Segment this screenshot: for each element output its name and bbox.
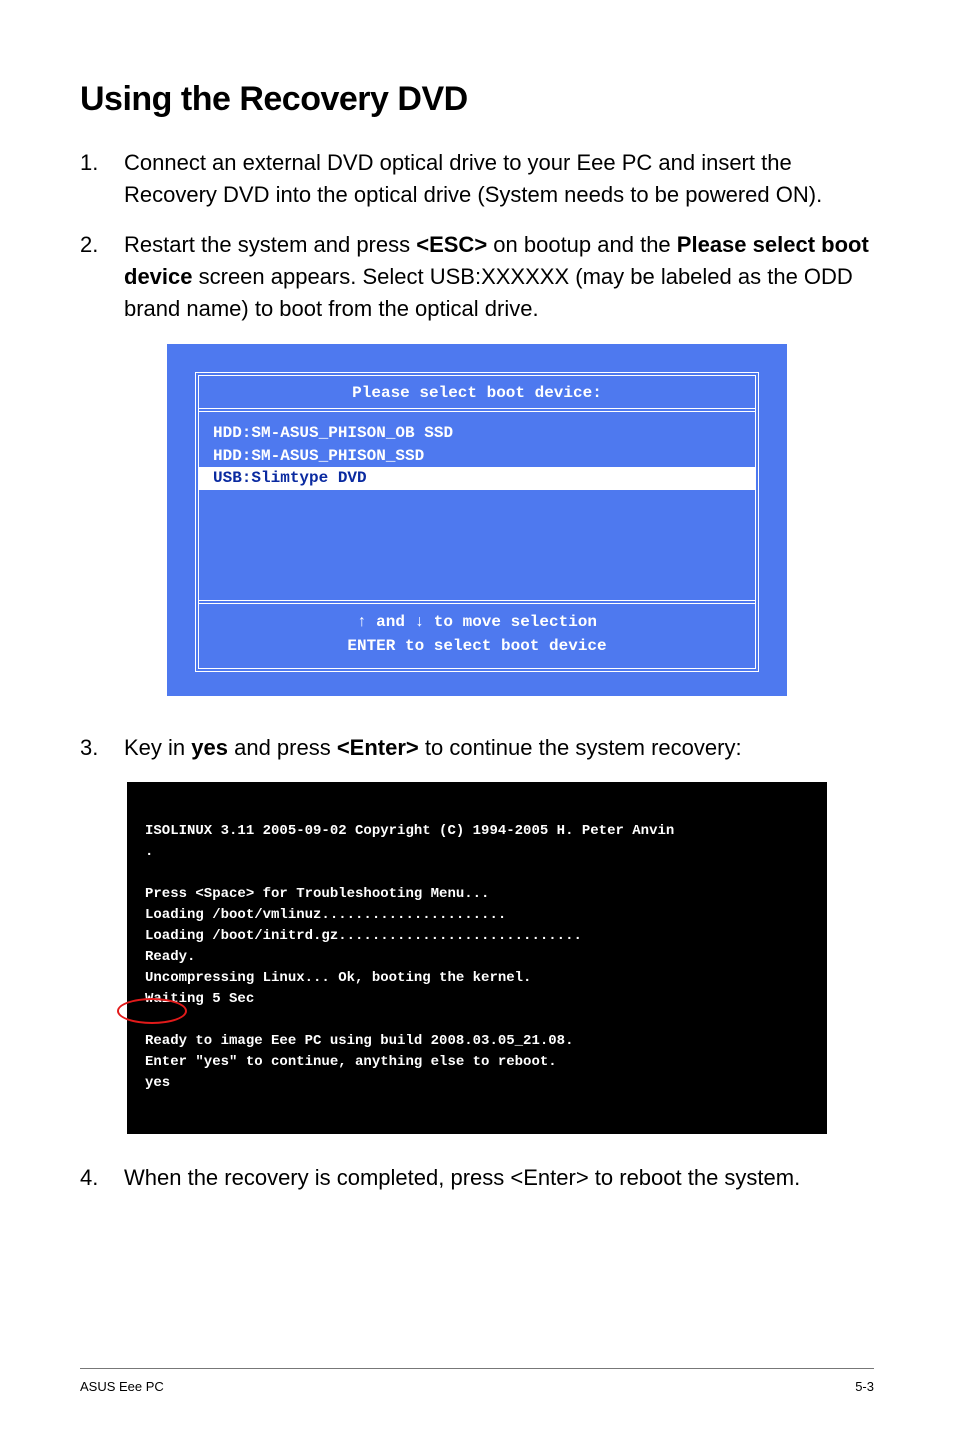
steps-list: 1. Connect an external DVD optical drive… (80, 147, 874, 324)
step-4: 4. When the recovery is completed, press… (80, 1162, 874, 1194)
page-title: Using the Recovery DVD (80, 80, 874, 119)
text-frag: Key in (124, 735, 191, 760)
step-number: 2. (80, 229, 124, 325)
boot-device-list: HDD:SM-ASUS_PHISON_OB SSD HDD:SM-ASUS_PH… (199, 412, 755, 599)
key-label: <ESC> (416, 232, 487, 257)
boot-footer-line: ENTER to select boot device (199, 634, 755, 658)
terminal-wrap: ISOLINUX 3.11 2005-09-02 Copyright (C) 1… (127, 782, 827, 1134)
yes-label: yes (191, 735, 228, 760)
step-number: 3. (80, 732, 124, 764)
terminal-line: Uncompressing Linux... Ok, booting the k… (145, 970, 531, 986)
terminal-screenshot: ISOLINUX 3.11 2005-09-02 Copyright (C) 1… (127, 782, 827, 1134)
step-body: Connect an external DVD optical drive to… (124, 147, 874, 211)
boot-device-box: Please select boot device: HDD:SM-ASUS_P… (195, 372, 759, 671)
boot-device-item: HDD:SM-ASUS_PHISON_SSD (199, 445, 755, 467)
terminal-line: Press <Space> for Troubleshooting Menu..… (145, 886, 489, 902)
steps-list: 3. Key in yes and press <Enter> to conti… (80, 732, 874, 764)
boot-device-item: HDD:SM-ASUS_PHISON_OB SSD (199, 422, 755, 444)
page-footer: ASUS Eee PC 5-3 (80, 1368, 874, 1394)
terminal-line: Ready. (145, 949, 195, 965)
step-body: Key in yes and press <Enter> to continue… (124, 732, 874, 764)
text-frag: on bootup and the (487, 232, 677, 257)
step-1: 1. Connect an external DVD optical drive… (80, 147, 874, 211)
terminal-line: yes (145, 1075, 170, 1091)
footer-right: 5-3 (855, 1379, 874, 1394)
key-label: <Enter> (337, 735, 419, 760)
boot-box-title: Please select boot device: (199, 376, 755, 412)
terminal-line: Loading /boot/vmlinuz...................… (145, 907, 506, 923)
terminal-line: ISOLINUX 3.11 2005-09-02 Copyright (C) 1… (145, 823, 674, 839)
step-2: 2. Restart the system and press <ESC> on… (80, 229, 874, 325)
terminal-line: Waiting 5 Sec (145, 991, 254, 1007)
boot-box-footer: ↑ and ↓ to move selection ENTER to selec… (199, 600, 755, 668)
step-number: 4. (80, 1162, 124, 1194)
text-frag: Restart the system and press (124, 232, 416, 257)
step-body: When the recovery is completed, press <E… (124, 1162, 874, 1194)
text-frag: and press (228, 735, 337, 760)
text-frag: screen appears. Select USB:XXXXXX (may b… (124, 264, 853, 321)
steps-list: 4. When the recovery is completed, press… (80, 1162, 874, 1194)
step-3: 3. Key in yes and press <Enter> to conti… (80, 732, 874, 764)
terminal-line: Enter "yes" to continue, anything else t… (145, 1054, 557, 1070)
boot-device-item-selected: USB:Slimtype DVD (199, 467, 755, 489)
text-frag: to continue the system recovery: (419, 735, 742, 760)
boot-device-screenshot: Please select boot device: HDD:SM-ASUS_P… (167, 344, 787, 695)
boot-footer-line: ↑ and ↓ to move selection (199, 610, 755, 634)
terminal-line: Loading /boot/initrd.gz.................… (145, 928, 582, 944)
step-body: Restart the system and press <ESC> on bo… (124, 229, 874, 325)
footer-left: ASUS Eee PC (80, 1379, 164, 1394)
step-number: 1. (80, 147, 124, 211)
terminal-line: . (145, 844, 153, 860)
terminal-line: Ready to image Eee PC using build 2008.0… (145, 1033, 573, 1049)
